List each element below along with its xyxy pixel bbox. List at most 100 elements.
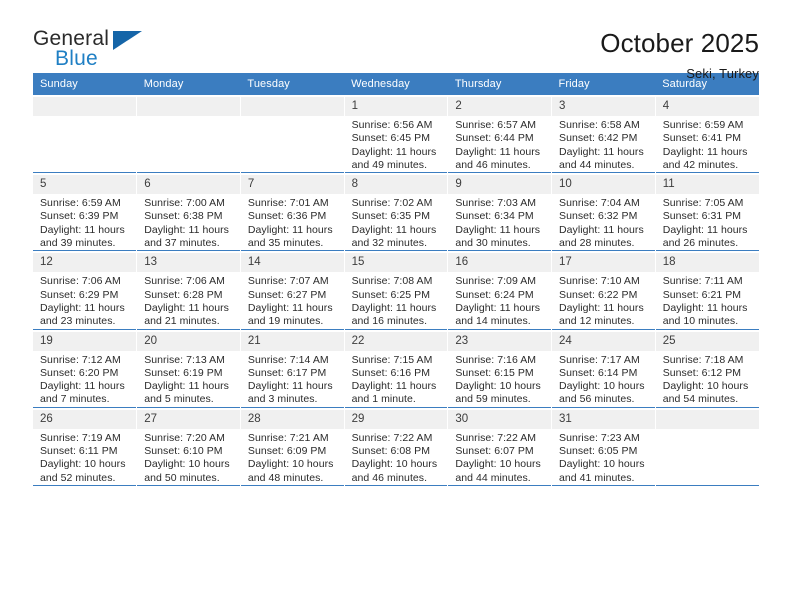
calendar-day-cell[interactable]: 21 Sunrise: 7:14 AM Sunset: 6:17 PM Dayligh… (240, 329, 345, 408)
calendar-week-row: 1 Sunrise: 6:56 AM Sunset: 6:45 PM Daylight… (33, 95, 759, 173)
calendar-day-cell[interactable]: 11 Sunrise: 7:05 AM Sunset: 6:31 PM Dayligh… (655, 172, 759, 251)
calendar-day-cell[interactable]: 25 Sunrise: 7:18 AM Sunset: 6:12 PM Dayligh… (655, 329, 759, 408)
sunset-text: Sunset: 6:29 PM (40, 288, 119, 301)
calendar-day-cell-empty (655, 407, 759, 486)
calendar-day-cell[interactable]: 27 Sunrise: 7:20 AM Sunset: 6:10 PM Dayligh… (136, 407, 241, 486)
day-number: 8 (344, 175, 448, 195)
day-cell-inner: 26 Sunrise: 7:19 AM Sunset: 6:11 PM Dayligh… (33, 408, 137, 485)
calendar-day-cell[interactable]: 22 Sunrise: 7:15 AM Sunset: 6:16 PM Dayligh… (344, 329, 449, 408)
daylight-text: Daylight: 11 hours and 39 minutes. (40, 223, 125, 250)
weekday-header-thursday: Thursday (447, 73, 552, 95)
day-number: 24 (552, 331, 655, 351)
calendar-day-cell[interactable]: 2 Sunrise: 6:57 AM Sunset: 6:44 PM Daylight… (447, 95, 553, 173)
daylight-text: Daylight: 10 hours and 48 minutes. (247, 458, 334, 484)
day-details: Sunrise: 7:15 AM Sunset: 6:16 PM Daylight:… (352, 351, 442, 407)
daylight-text: Daylight: 10 hours and 44 minutes. (455, 458, 541, 484)
general-blue-logo[interactable]: General Blue (33, 28, 143, 74)
day-cell-inner: 9 Sunrise: 7:03 AM Sunset: 6:34 PM Daylight… (448, 173, 552, 250)
sunrise-text: Sunrise: 7:15 AM (351, 353, 433, 366)
day-cell-inner: 27 Sunrise: 7:20 AM Sunset: 6:10 PM Dayligh… (137, 408, 240, 485)
daylight-text: Daylight: 10 hours and 52 minutes. (40, 458, 126, 484)
day-details: Sunrise: 7:14 AM Sunset: 6:17 PM Daylight:… (248, 351, 338, 407)
sunrise-text: Sunrise: 7:02 AM (351, 197, 433, 210)
calendar-day-cell[interactable]: 17 Sunrise: 7:10 AM Sunset: 6:22 PM Dayligh… (551, 250, 656, 330)
day-details: Sunrise: 7:00 AM Sunset: 6:38 PM Daylight:… (144, 194, 234, 250)
weekday-header-tuesday: Tuesday (240, 73, 345, 95)
sunrise-text: Sunrise: 7:03 AM (455, 197, 537, 210)
sunrise-text: Sunrise: 7:07 AM (247, 275, 329, 288)
daylight-text: Daylight: 11 hours and 10 minutes. (662, 301, 748, 328)
day-details: Sunrise: 7:05 AM Sunset: 6:31 PM Daylight:… (663, 194, 753, 250)
calendar-day-cell[interactable]: 10 Sunrise: 7:04 AM Sunset: 6:32 PM Dayligh… (551, 172, 656, 251)
calendar-day-cell[interactable]: 1 Sunrise: 6:56 AM Sunset: 6:45 PM Daylight… (344, 95, 449, 173)
day-details: Sunrise: 7:11 AM Sunset: 6:21 PM Daylight:… (663, 272, 753, 328)
day-number: 22 (344, 331, 448, 351)
day-cell-inner: 10 Sunrise: 7:04 AM Sunset: 6:32 PM Dayligh… (552, 173, 655, 250)
daylight-text: Daylight: 11 hours and 44 minutes. (559, 145, 644, 171)
calendar-day-cell[interactable]: 31 Sunrise: 7:23 AM Sunset: 6:05 PM Dayligh… (551, 407, 656, 486)
day-details: Sunrise: 7:18 AM Sunset: 6:12 PM Daylight:… (663, 351, 753, 407)
day-number: 9 (448, 175, 552, 195)
calendar-day-cell[interactable]: 15 Sunrise: 7:08 AM Sunset: 6:25 PM Dayligh… (344, 250, 449, 330)
day-cell-inner: 24 Sunrise: 7:17 AM Sunset: 6:14 PM Dayligh… (552, 330, 655, 407)
calendar-day-cell[interactable]: 18 Sunrise: 7:11 AM Sunset: 6:21 PM Dayligh… (655, 250, 759, 330)
calendar-day-cell[interactable]: 30 Sunrise: 7:22 AM Sunset: 6:07 PM Dayligh… (447, 407, 553, 486)
calendar-day-cell[interactable]: 14 Sunrise: 7:07 AM Sunset: 6:27 PM Dayligh… (240, 250, 345, 330)
calendar-day-cell[interactable]: 12 Sunrise: 7:06 AM Sunset: 6:29 PM Dayligh… (33, 250, 138, 330)
day-details: Sunrise: 7:02 AM Sunset: 6:35 PM Daylight:… (352, 194, 442, 250)
calendar-day-cell[interactable]: 29 Sunrise: 7:22 AM Sunset: 6:08 PM Dayligh… (344, 407, 449, 486)
calendar-day-cell[interactable]: 28 Sunrise: 7:21 AM Sunset: 6:09 PM Dayligh… (240, 407, 345, 486)
weekday-header-wednesday: Wednesday (344, 73, 448, 95)
daylight-text: Daylight: 11 hours and 16 minutes. (351, 301, 437, 328)
day-details: Sunrise: 7:07 AM Sunset: 6:27 PM Daylight:… (248, 272, 338, 328)
calendar-day-cell[interactable]: 16 Sunrise: 7:09 AM Sunset: 6:24 PM Dayligh… (447, 250, 553, 330)
sunrise-text: Sunrise: 7:05 AM (662, 197, 744, 210)
day-cell-inner: 1 Sunrise: 6:56 AM Sunset: 6:45 PM Daylight… (344, 95, 448, 172)
calendar-day-cell[interactable]: 24 Sunrise: 7:17 AM Sunset: 6:14 PM Dayligh… (551, 329, 656, 408)
day-number: 12 (33, 253, 137, 273)
sunset-text: Sunset: 6:16 PM (351, 366, 430, 379)
calendar-week-row: 26 Sunrise: 7:19 AM Sunset: 6:11 PM Dayligh… (33, 407, 759, 486)
calendar-day-cell[interactable]: 19 Sunrise: 7:12 AM Sunset: 6:20 PM Dayligh… (33, 329, 138, 408)
calendar-day-cell-empty (33, 95, 138, 173)
day-cell-inner: 15 Sunrise: 7:08 AM Sunset: 6:25 PM Dayligh… (344, 251, 448, 328)
day-number: 26 (33, 409, 137, 429)
calendar-day-cell[interactable]: 20 Sunrise: 7:13 AM Sunset: 6:19 PM Dayligh… (136, 329, 241, 408)
day-number: 2 (448, 97, 552, 116)
calendar-day-cell[interactable]: 8 Sunrise: 7:02 AM Sunset: 6:35 PM Daylight… (344, 172, 449, 251)
day-number: 16 (448, 253, 552, 273)
day-details: Sunrise: 6:57 AM Sunset: 6:44 PM Daylight:… (455, 116, 545, 172)
sunrise-text: Sunrise: 7:23 AM (559, 431, 640, 444)
day-cell-inner (655, 408, 759, 429)
day-details: Sunrise: 6:59 AM Sunset: 6:41 PM Daylight:… (663, 116, 753, 172)
calendar-week-row: 19 Sunrise: 7:12 AM Sunset: 6:20 PM Dayligh… (33, 329, 759, 408)
sunrise-text: Sunrise: 6:58 AM (559, 119, 640, 131)
day-cell-inner: 11 Sunrise: 7:05 AM Sunset: 6:31 PM Dayligh… (655, 173, 759, 250)
day-number: 30 (448, 409, 552, 429)
daylight-text: Daylight: 11 hours and 26 minutes. (662, 223, 748, 250)
calendar-day-cell[interactable]: 9 Sunrise: 7:03 AM Sunset: 6:34 PM Daylight… (447, 172, 553, 251)
calendar-day-cell-empty (136, 95, 241, 173)
day-details: Sunrise: 7:04 AM Sunset: 6:32 PM Daylight:… (559, 194, 649, 250)
calendar-day-cell[interactable]: 26 Sunrise: 7:19 AM Sunset: 6:11 PM Dayligh… (33, 407, 138, 486)
day-details: Sunrise: 7:22 AM Sunset: 6:08 PM Daylight:… (352, 429, 442, 485)
day-cell-inner: 17 Sunrise: 7:10 AM Sunset: 6:22 PM Dayligh… (552, 251, 655, 328)
calendar-day-cell[interactable]: 13 Sunrise: 7:06 AM Sunset: 6:28 PM Dayligh… (136, 250, 241, 330)
calendar-day-cell[interactable]: 5 Sunrise: 6:59 AM Sunset: 6:39 PM Daylight… (33, 172, 138, 251)
weekday-header-sunday: Sunday (33, 73, 137, 95)
day-number: 11 (655, 175, 759, 195)
sunset-text: Sunset: 6:15 PM (455, 366, 534, 379)
calendar-day-cell[interactable]: 6 Sunrise: 7:00 AM Sunset: 6:38 PM Daylight… (136, 172, 241, 251)
calendar-day-cell[interactable]: 4 Sunrise: 6:59 AM Sunset: 6:41 PM Daylight… (655, 95, 759, 173)
sunrise-text: Sunrise: 7:08 AM (351, 275, 433, 288)
calendar-day-cell[interactable]: 23 Sunrise: 7:16 AM Sunset: 6:15 PM Dayligh… (447, 329, 553, 408)
calendar-day-cell[interactable]: 3 Sunrise: 6:58 AM Sunset: 6:42 PM Daylight… (551, 95, 656, 173)
sunrise-text: Sunrise: 7:14 AM (247, 353, 329, 366)
day-cell-inner: 8 Sunrise: 7:02 AM Sunset: 6:35 PM Daylight… (344, 173, 448, 250)
sunrise-text: Sunrise: 7:06 AM (40, 275, 121, 288)
day-number (137, 97, 240, 116)
daylight-text: Daylight: 10 hours and 56 minutes. (559, 380, 645, 406)
day-number: 28 (240, 409, 344, 429)
calendar-day-cell[interactable]: 7 Sunrise: 7:01 AM Sunset: 6:36 PM Daylight… (240, 172, 345, 251)
daylight-text: Daylight: 10 hours and 59 minutes. (455, 380, 541, 406)
